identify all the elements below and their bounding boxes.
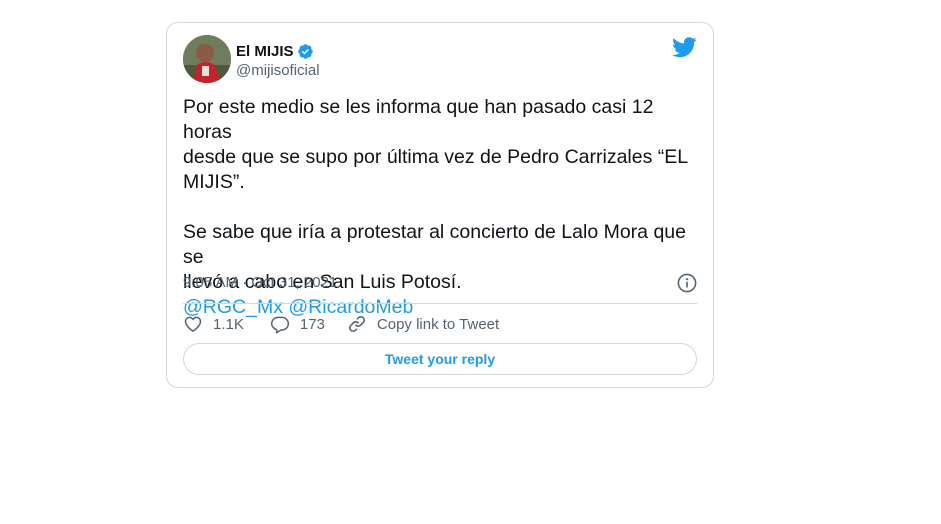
tweet-text-line: Por este medio se les informa que han pa… [183, 96, 654, 143]
twitter-logo-icon[interactable] [672, 37, 697, 58]
tweet-text-line: Se sabe que iría a protestar al conciert… [183, 221, 686, 268]
avatar[interactable] [183, 35, 231, 83]
like-count: 1.1K [213, 315, 244, 333]
tweet-card[interactable]: El MIJIS @mijisoficial Por este medio se… [166, 22, 714, 388]
reply-action-button[interactable]: 173 [270, 314, 325, 334]
copy-link-label: Copy link to Tweet [376, 315, 500, 333]
display-name[interactable]: El MIJIS [236, 43, 294, 60]
tweet-author: El MIJIS @mijisoficial [236, 41, 320, 80]
verified-icon [297, 43, 314, 60]
link-icon [348, 316, 365, 332]
like-button[interactable]: 1.1K [183, 314, 244, 334]
timestamp-row: 9:05 AM · Oct 31, 2021 [183, 273, 697, 293]
tweet-text-line: desde que se supo por última vez de Pedr… [183, 146, 689, 168]
copy-link-button[interactable]: Copy link to Tweet [347, 314, 499, 334]
tweet-actions: 1.1K 173 Copy link to Tweet [183, 313, 499, 335]
reply-count: 173 [299, 315, 325, 333]
tweet-your-reply-button[interactable]: Tweet your reply [183, 343, 697, 375]
timestamp[interactable]: 9:05 AM · Oct 31, 2021 [183, 274, 337, 291]
tweet-text-line: MIJIS”. [183, 171, 245, 193]
info-icon[interactable] [677, 273, 697, 293]
heart-icon [184, 316, 202, 332]
handle[interactable]: @mijisoficial [236, 62, 320, 79]
reply-bubble-icon [270, 316, 289, 334]
tweet-header: El MIJIS @mijisoficial [183, 35, 697, 85]
divider [183, 303, 697, 304]
display-name-row: El MIJIS [236, 41, 320, 61]
